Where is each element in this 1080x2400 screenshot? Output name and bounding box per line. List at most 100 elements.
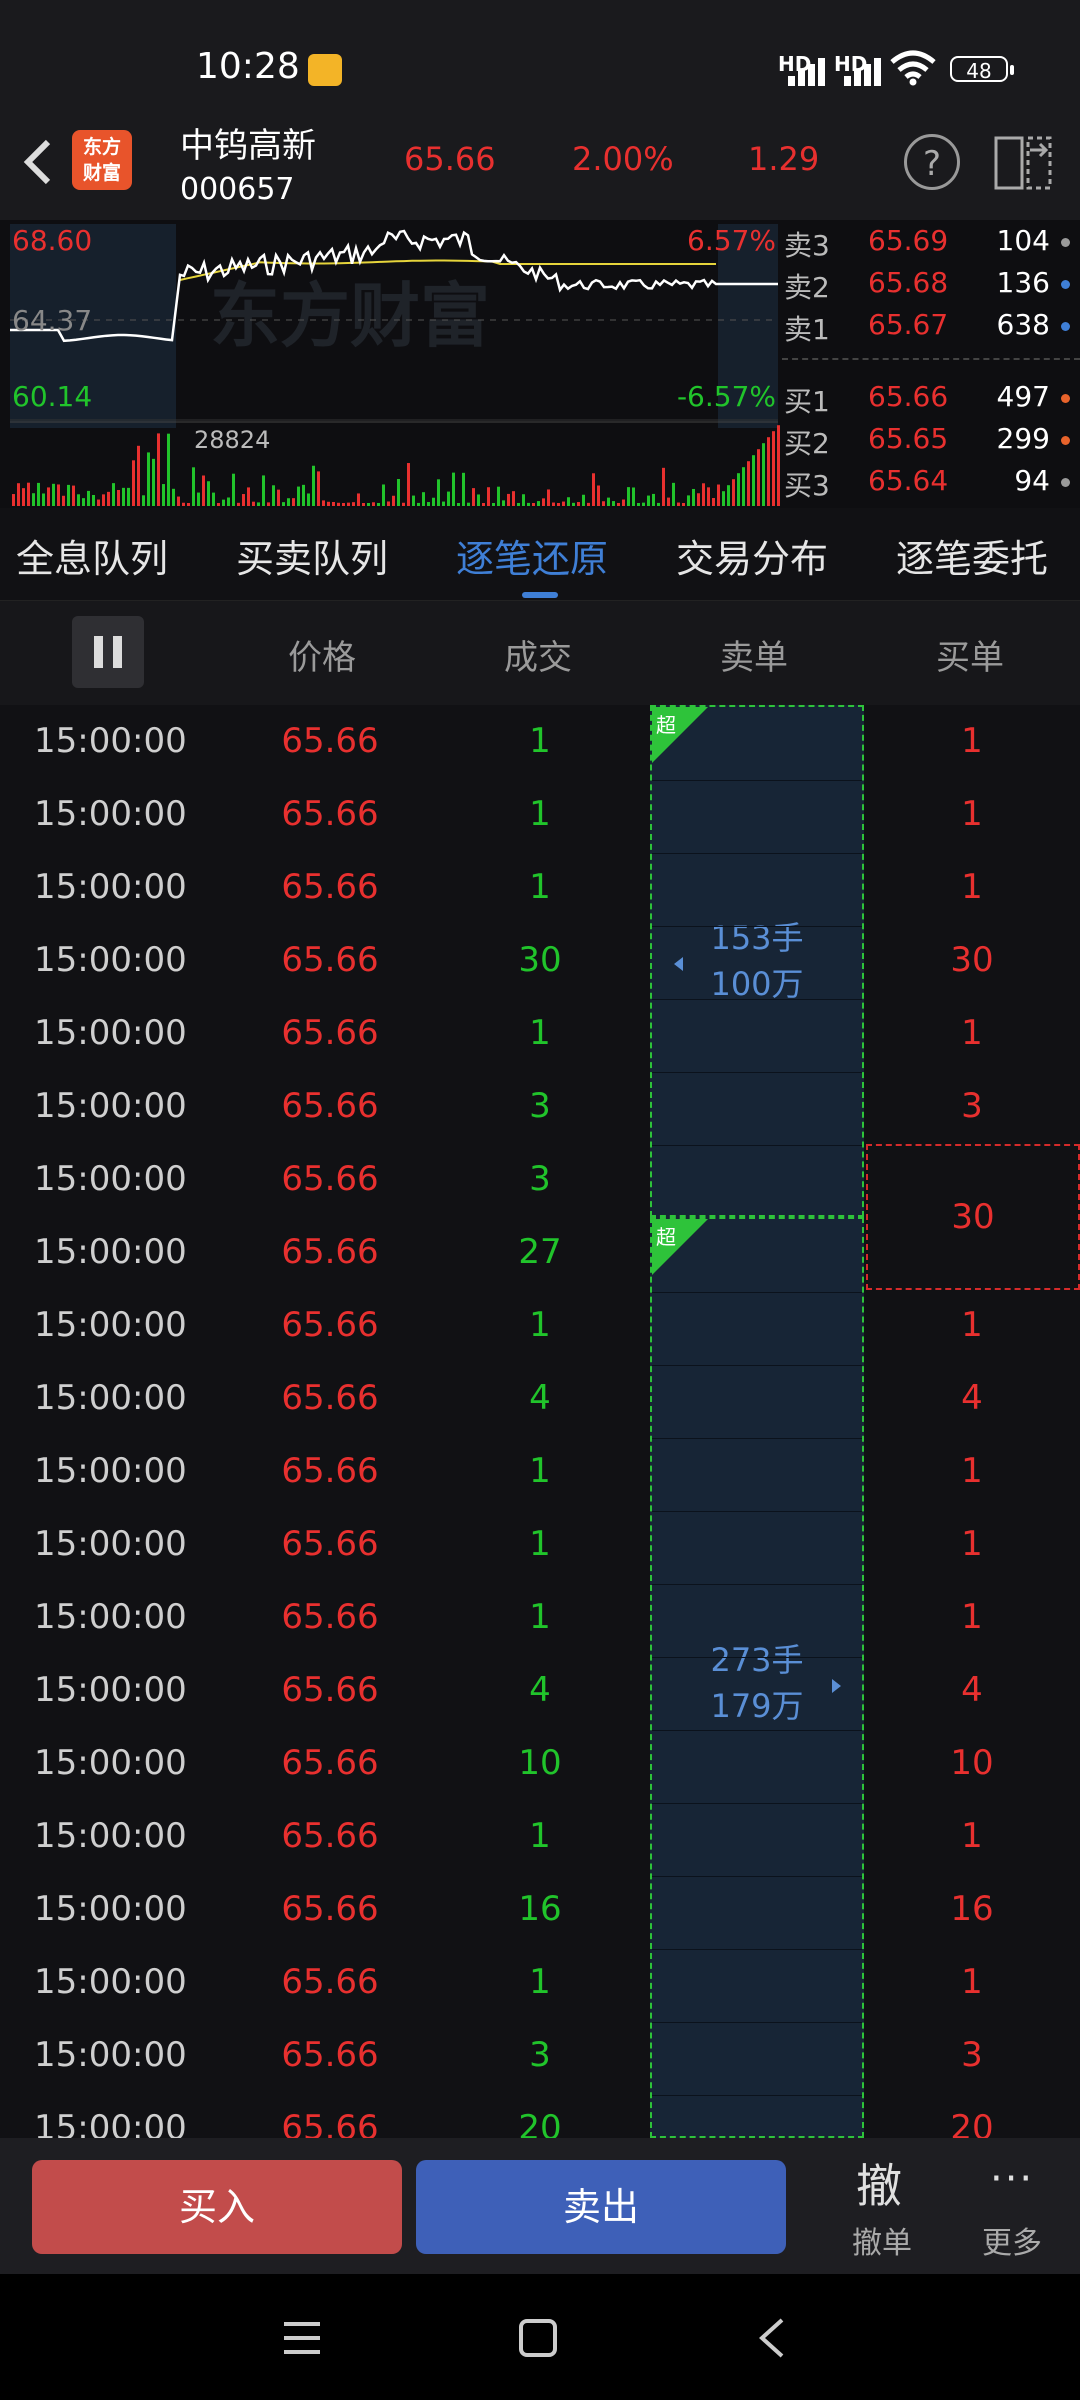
bid-dot — [1061, 436, 1070, 445]
help-icon[interactable]: ? — [904, 134, 960, 190]
back-icon[interactable] — [752, 2316, 792, 2360]
system-nav-bar — [0, 2274, 1080, 2400]
volume-bar — [202, 475, 205, 506]
more-icon[interactable]: ··· — [990, 2156, 1034, 2202]
tick-table[interactable]: 超 153手 100万 超 273手 179万 30 15:00:00 65.66… — [0, 705, 1080, 2138]
volume-bar — [62, 495, 65, 506]
buy-button[interactable]: 买入 — [32, 2160, 402, 2254]
ask-dot — [1061, 280, 1070, 289]
cancel-order-icon[interactable]: 撤 — [856, 2150, 902, 2216]
tick-buy: 1 — [961, 721, 983, 761]
volume-bar — [662, 467, 665, 506]
volume-bar — [32, 493, 35, 506]
volume-bar — [42, 493, 45, 506]
tick-buy: 3 — [961, 1086, 983, 1126]
volume-bar — [412, 495, 415, 506]
book-divider — [782, 358, 1080, 360]
ask-volume: 136 — [996, 266, 1050, 299]
volume-bar — [337, 502, 340, 506]
volume-bar — [162, 484, 165, 506]
tab-bid-ask-queue[interactable]: 买卖队列 — [236, 528, 388, 583]
tick-time: 15:00:00 — [34, 1159, 187, 1199]
volume-bar — [497, 486, 500, 506]
tick-time: 15:00:00 — [34, 1086, 187, 1126]
ask-label: 卖3 — [784, 229, 830, 262]
tick-time: 15:00:00 — [34, 794, 187, 834]
tick-volume: 1 — [529, 1597, 551, 1637]
ask-dot — [1061, 238, 1070, 247]
volume-bar — [92, 494, 95, 506]
change-amount: 1.29 — [748, 140, 820, 178]
tick-buy: 16 — [950, 1889, 994, 1929]
table-row: 15:00:00 65.66 3 3 — [0, 2019, 1080, 2092]
tick-time: 15:00:00 — [34, 1889, 187, 1929]
volume-bar — [372, 502, 375, 506]
volume-bar — [382, 484, 385, 506]
volume-bar — [222, 499, 225, 506]
volume-bar — [672, 482, 675, 506]
stock-name[interactable]: 中钨高新 — [180, 118, 316, 167]
volume-bar — [667, 497, 670, 506]
volume-bar — [192, 467, 195, 506]
volume-bar — [112, 483, 115, 506]
tick-buy: 4 — [961, 1670, 983, 1710]
volume-bar — [652, 493, 655, 506]
chevron-left-icon[interactable] — [18, 132, 58, 206]
volume-bar — [607, 497, 610, 506]
volume-bar — [637, 502, 640, 506]
volume-bar — [707, 487, 710, 506]
volume-bar — [527, 502, 530, 506]
tab-trade-distribution[interactable]: 交易分布 — [676, 528, 828, 583]
battery-icon: 48 — [950, 56, 1014, 83]
intraday-chart[interactable]: 东方财富 68.60 64.37 60.14 6.57% -6.57% 2882… — [0, 220, 782, 508]
volume-bar — [397, 479, 400, 506]
tick-volume: 4 — [529, 1670, 551, 1710]
volume-bar — [472, 488, 475, 506]
volume-bar — [317, 471, 320, 506]
menu-icon[interactable] — [282, 2318, 322, 2358]
table-row: 15:00:00 65.66 20 20 — [0, 2092, 1080, 2138]
volume-bar — [407, 463, 410, 506]
volume-bar — [242, 494, 245, 506]
tick-buy: 10 — [950, 1743, 994, 1783]
tick-volume: 4 — [529, 1378, 551, 1418]
volume-bar — [522, 494, 525, 506]
table-row: 15:00:00 65.66 27 — [0, 1216, 1080, 1289]
tick-price: 65.66 — [281, 1305, 379, 1345]
bid-label: 买1 — [784, 385, 830, 418]
volume-bar — [122, 487, 125, 506]
tick-price: 65.66 — [281, 1962, 379, 2002]
ask-label: 卖1 — [784, 313, 830, 346]
more-label[interactable]: 更多 — [982, 2218, 1042, 2262]
volume-bar — [107, 491, 110, 506]
tick-price: 65.66 — [281, 867, 379, 907]
volume-bar — [332, 501, 335, 506]
cancel-order-label[interactable]: 撤单 — [852, 2218, 912, 2262]
tab-tick-orders[interactable]: 逐笔委托 — [896, 528, 1080, 583]
volume-bar — [57, 484, 60, 506]
volume-bar — [542, 498, 545, 506]
layout-switch-icon[interactable] — [994, 132, 1054, 192]
ask-label: 卖2 — [784, 271, 830, 304]
table-row: 15:00:00 65.66 1 1 — [0, 1508, 1080, 1581]
tick-buy: 1 — [961, 867, 983, 907]
volume-bar — [37, 482, 40, 506]
tick-price: 65.66 — [281, 794, 379, 834]
volume-bar — [307, 493, 310, 506]
home-icon[interactable] — [518, 2318, 558, 2358]
tab-full-queue[interactable]: 全息队列 — [16, 528, 168, 583]
volume-max-label: 28824 — [194, 426, 270, 454]
ask-row: 卖3 65.69 104 — [782, 224, 1080, 264]
pause-button[interactable] — [72, 616, 144, 688]
volume-bar — [277, 489, 280, 506]
bid-dot — [1061, 394, 1070, 403]
volume-bar — [597, 485, 600, 506]
volume-bar — [462, 472, 465, 506]
low-label: 60.14 — [12, 380, 92, 413]
sell-button[interactable]: 卖出 — [416, 2160, 786, 2254]
tick-volume: 1 — [529, 867, 551, 907]
tick-price: 65.66 — [281, 1743, 379, 1783]
tab-tick-restore[interactable]: 逐笔还原 — [456, 528, 608, 583]
volume-bar — [282, 502, 285, 506]
volume-bar — [147, 452, 150, 506]
